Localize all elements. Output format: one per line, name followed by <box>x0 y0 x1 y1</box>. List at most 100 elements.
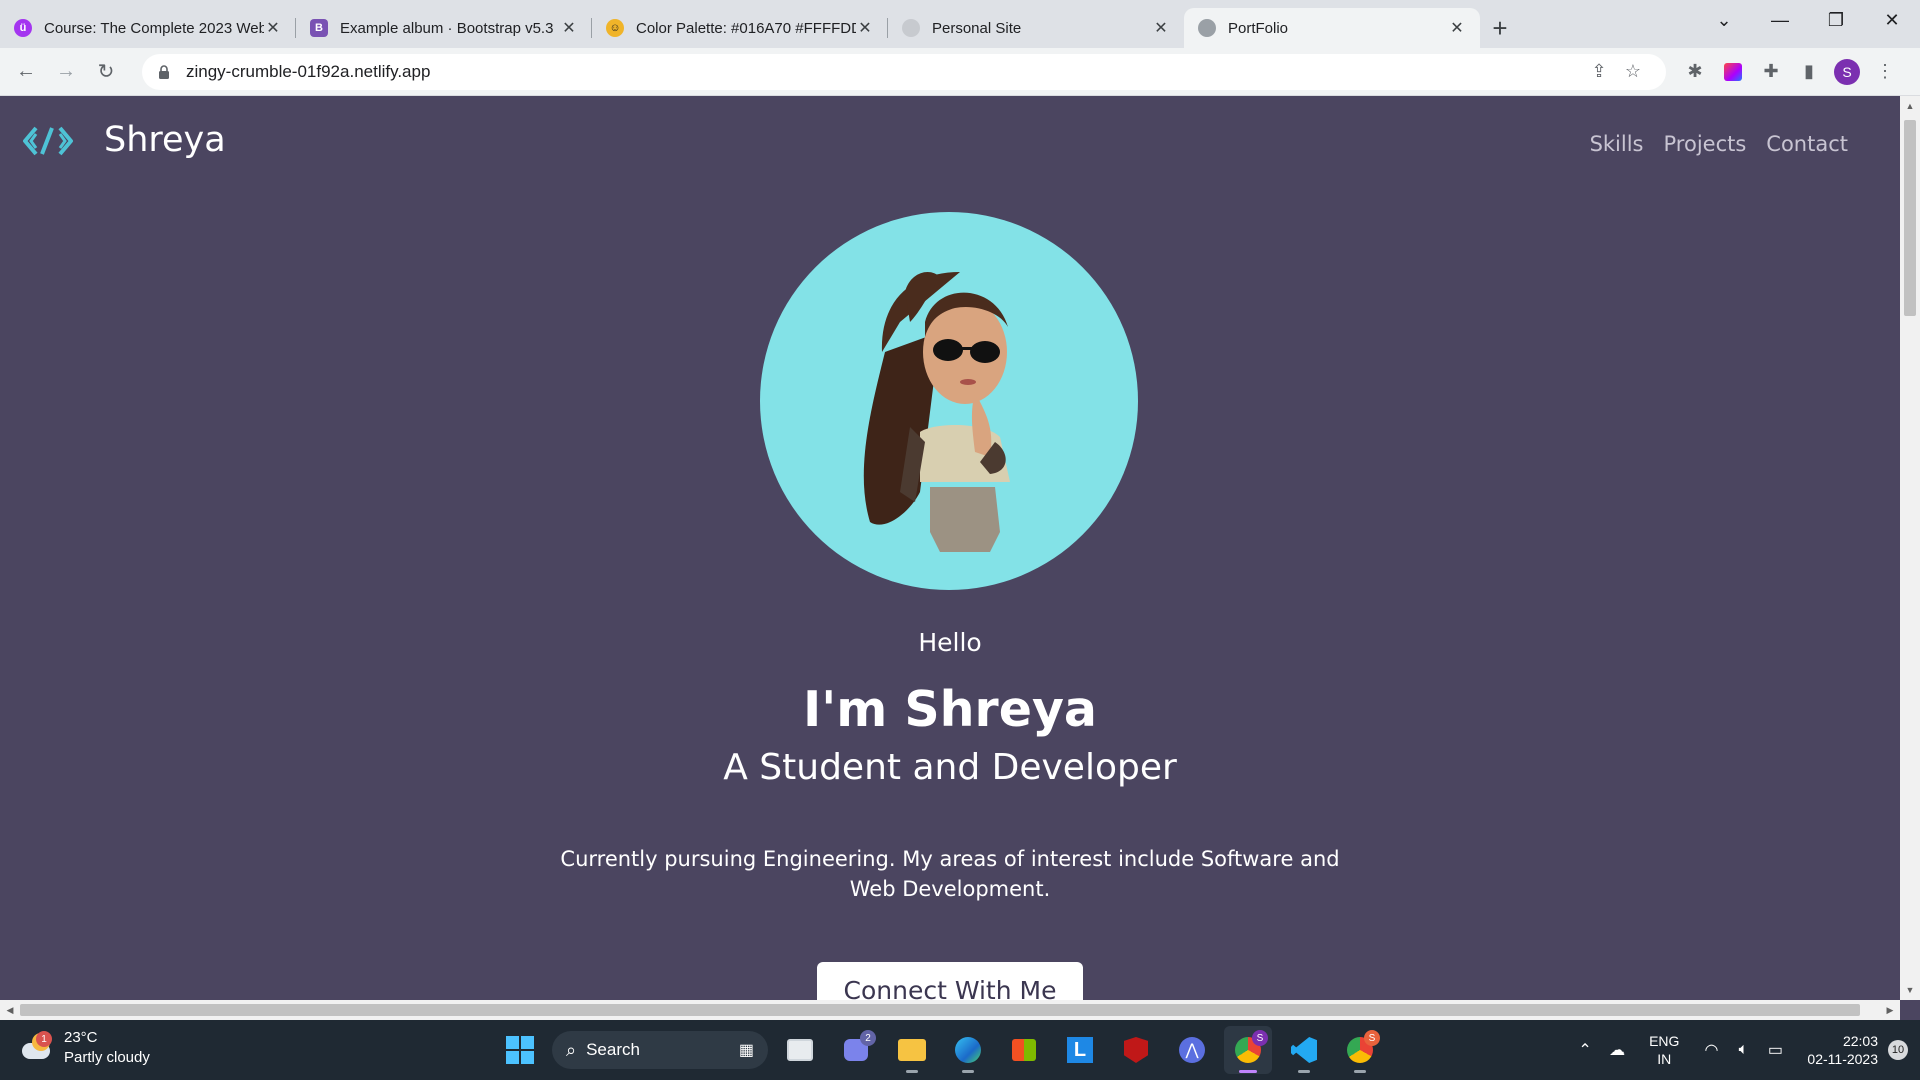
mcafee-icon[interactable] <box>1112 1026 1160 1074</box>
scroll-left-arrow-icon[interactable]: ◀ <box>0 1000 20 1020</box>
bootstrap-favicon-icon: B <box>310 19 328 37</box>
minimize-button[interactable]: — <box>1752 0 1808 40</box>
clock[interactable]: 22:03 02-11-2023 <box>1807 1032 1878 1068</box>
browser-toolbar: ← → ↻ zingy-crumble-01f92a.netlify.app ⇪… <box>0 48 1920 96</box>
close-tab-icon[interactable]: ✕ <box>856 18 874 38</box>
edge-browser-icon[interactable] <box>944 1026 992 1074</box>
nav-link-projects[interactable]: Projects <box>1664 132 1747 156</box>
tab-portfolio[interactable]: PortFolio ✕ <box>1184 8 1480 48</box>
weather-badge: 1 <box>36 1031 52 1047</box>
hero-bio: Currently pursuing Engineering. My areas… <box>560 847 1340 901</box>
onedrive-cloud-icon[interactable]: ☁ <box>1601 1040 1633 1060</box>
show-hidden-icons-chevron-icon[interactable]: ⌃ <box>1569 1040 1601 1060</box>
start-button[interactable] <box>496 1026 544 1074</box>
tab-title: PortFolio <box>1228 19 1289 37</box>
connect-button[interactable]: Connect With Me <box>817 962 1083 1000</box>
tab-color-palette[interactable]: ☺ Color Palette: #016A70 #FFFFDD ✕ <box>592 8 888 48</box>
task-view-icon[interactable] <box>776 1026 824 1074</box>
system-tray: ⌃ ☁ ENG IN ◠ 🔈︎ ▭ 22:03 02-11-2023 10 <box>1569 1020 1920 1080</box>
wifi-icon[interactable]: ◠ <box>1695 1040 1727 1060</box>
teams-chat-icon[interactable]: 2 <box>832 1026 880 1074</box>
hero-role: A Student and Developer <box>723 747 1177 788</box>
nav-link-contact[interactable]: Contact <box>1766 132 1848 156</box>
language-indicator[interactable]: ENG IN <box>1649 1032 1679 1068</box>
chrome-profile-icon[interactable]: S <box>1224 1026 1272 1074</box>
new-tab-button[interactable]: + <box>1480 8 1520 48</box>
close-tab-icon[interactable]: ✕ <box>560 18 578 38</box>
extensions-puzzle-icon[interactable]: ✚ <box>1752 53 1790 91</box>
restore-button[interactable]: ❐ <box>1808 0 1864 40</box>
taskbar-apps: ⌕ Search ▦ 2 L ⋀ S S <box>496 1026 1384 1074</box>
battery-icon[interactable]: ▭ <box>1759 1040 1791 1060</box>
close-tab-icon[interactable]: ✕ <box>264 18 282 38</box>
site-brand[interactable]: Shreya <box>104 120 226 160</box>
taskbar-search[interactable]: ⌕ Search ▦ <box>552 1031 768 1069</box>
scroll-down-arrow-icon[interactable]: ▼ <box>1900 980 1920 1000</box>
close-tab-icon[interactable]: ✕ <box>1448 18 1466 38</box>
tab-search-chevron-icon[interactable]: ⌄ <box>1696 0 1752 40</box>
browser-tab-strip: ü Course: The Complete 2023 Web ✕ B Exam… <box>0 0 1920 48</box>
tab-title: Personal Site <box>932 19 1022 37</box>
share-icon[interactable]: ⇪ <box>1582 61 1616 82</box>
arc-app-icon[interactable]: ⋀ <box>1168 1026 1216 1074</box>
file-explorer-icon[interactable] <box>888 1026 936 1074</box>
forward-button[interactable]: → <box>46 52 86 92</box>
code-logo-icon[interactable] <box>22 124 74 158</box>
search-highlight-icon: ▦ <box>738 1042 754 1059</box>
bookmark-star-icon[interactable]: ☆ <box>1616 61 1650 82</box>
microsoft-store-icon[interactable] <box>1000 1026 1048 1074</box>
reload-button[interactable]: ↻ <box>86 52 126 92</box>
scroll-up-arrow-icon[interactable]: ▲ <box>1900 96 1920 116</box>
hero-name: I'm Shreya <box>803 681 1097 738</box>
close-tab-icon[interactable]: ✕ <box>1152 18 1170 38</box>
teams-badge: 2 <box>860 1030 876 1046</box>
search-label: Search <box>586 1040 640 1059</box>
hero-greeting: Hello <box>918 628 982 657</box>
partly-cloudy-icon: 1 <box>20 1031 54 1065</box>
tab-bootstrap-album[interactable]: B Example album · Bootstrap v5.3 ✕ <box>296 8 592 48</box>
colorpicker-extension-icon[interactable] <box>1714 53 1752 91</box>
globe-favicon-icon <box>1198 19 1216 37</box>
windows-taskbar: 1 23°C Partly cloudy ⌕ Search ▦ 2 L ⋀ S … <box>0 1020 1920 1080</box>
close-window-button[interactable]: ✕ <box>1864 0 1920 40</box>
chrome-icon[interactable]: S <box>1336 1026 1384 1074</box>
vscode-icon[interactable] <box>1280 1026 1328 1074</box>
profile-avatar-image <box>760 212 1138 590</box>
window-controls: ⌄ — ❐ ✕ <box>1696 0 1920 40</box>
site-nav-links: Skills Projects Contact <box>1590 132 1848 156</box>
nav-link-skills[interactable]: Skills <box>1590 132 1644 156</box>
page-viewport: Shreya Skills Projects Contact Hello I'm… <box>0 96 1900 1000</box>
back-button[interactable]: ← <box>6 52 46 92</box>
vertical-scrollbar[interactable]: ▲ ▼ <box>1900 96 1920 1000</box>
tab-course[interactable]: ü Course: The Complete 2023 Web ✕ <box>0 8 296 48</box>
l-app-icon[interactable]: L <box>1056 1026 1104 1074</box>
address-bar[interactable]: zingy-crumble-01f92a.netlify.app ⇪ ☆ <box>142 53 1666 90</box>
scroll-right-arrow-icon[interactable]: ▶ <box>1880 1000 1900 1020</box>
weather-desc: Partly cloudy <box>64 1049 150 1066</box>
lock-icon <box>159 64 169 79</box>
tab-title: Course: The Complete 2023 Web <box>44 19 264 37</box>
globe-favicon-icon <box>902 19 920 37</box>
vertical-scroll-thumb[interactable] <box>1904 120 1916 316</box>
weather-temp: 23°C <box>64 1029 98 1046</box>
horizontal-scrollbar[interactable]: ◀ ▶ <box>0 1000 1900 1020</box>
url-text: zingy-crumble-01f92a.netlify.app <box>186 61 431 81</box>
tab-title: Color Palette: #016A70 #FFFFDD <box>636 19 856 37</box>
search-icon: ⌕ <box>566 1039 577 1060</box>
side-panel-icon[interactable]: ▮ <box>1790 53 1828 91</box>
site-navbar: Shreya Skills Projects Contact <box>0 96 1900 188</box>
chrome-badge-icon: S <box>1364 1030 1380 1046</box>
windows-logo-icon <box>506 1036 534 1064</box>
horizontal-scroll-thumb[interactable] <box>20 1004 1860 1016</box>
chrome-profile-badge: S <box>1252 1030 1268 1046</box>
notifications-badge[interactable]: 10 <box>1888 1040 1908 1060</box>
volume-icon[interactable]: 🔈︎ <box>1727 1041 1759 1059</box>
tab-title: Example album · Bootstrap v5.3 <box>340 19 554 37</box>
profile-avatar[interactable]: S <box>1828 53 1866 91</box>
palette-favicon-icon: ☺ <box>606 19 624 37</box>
chrome-menu-icon[interactable]: ⋮ <box>1866 53 1904 91</box>
tab-personal-site[interactable]: Personal Site ✕ <box>888 8 1184 48</box>
weather-widget[interactable]: 1 23°C Partly cloudy <box>20 1028 150 1068</box>
udemy-favicon-icon: ü <box>14 19 32 37</box>
bug-extension-icon[interactable]: ✱ <box>1676 53 1714 91</box>
